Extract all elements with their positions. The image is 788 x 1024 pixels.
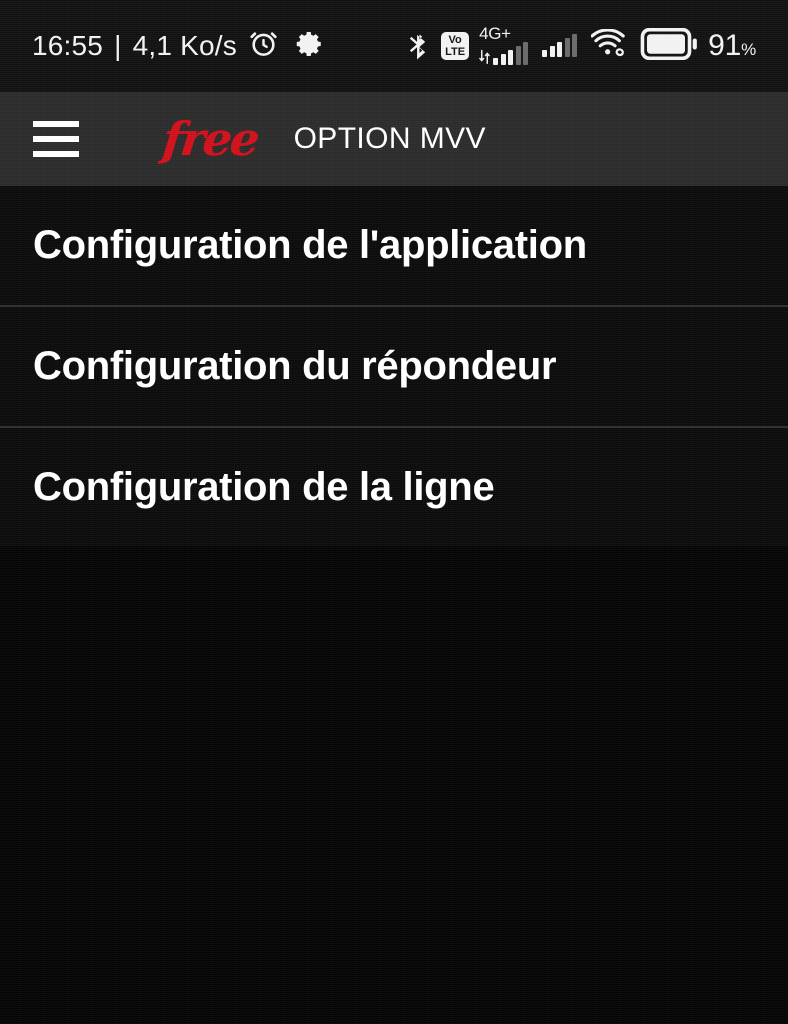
- battery-level-value: 91: [708, 29, 742, 62]
- phone-screen: 16:55 | 4,1 Ko/s Vo LTE 4G+ 91% free OPT…: [0, 0, 788, 1024]
- wifi-icon: [590, 27, 627, 64]
- hamburger-menu-icon[interactable]: [33, 121, 79, 157]
- volte-line-2: LTE: [445, 45, 466, 58]
- menu-item-configuration-ligne[interactable]: Configuration de la ligne: [0, 428, 788, 547]
- network-type-label: 4G+: [479, 24, 511, 43]
- data-transfer-arrows-icon: [479, 49, 490, 65]
- alarm-clock-icon: [248, 28, 279, 64]
- status-bar: 16:55 | 4,1 Ko/s Vo LTE 4G+ 91%: [0, 0, 788, 92]
- empty-content-area: [0, 546, 788, 1024]
- volte-line-1: Vo: [448, 33, 462, 46]
- settings-menu-list: Configuration de l'application Configura…: [0, 186, 788, 549]
- network-speed: 4,1 Ko/s: [132, 30, 237, 61]
- battery-icon: [640, 27, 698, 65]
- signal-bars-sim2: [542, 34, 578, 57]
- hamburger-bar-1: [33, 121, 79, 127]
- free-brand-logo: free: [160, 112, 261, 166]
- status-separator: |: [114, 30, 122, 61]
- battery-percent-sign: %: [741, 40, 756, 59]
- signal-bars-sim1: [479, 42, 529, 65]
- list-item-label: Configuration de la ligne: [33, 465, 495, 509]
- menu-item-configuration-repondeur[interactable]: Configuration du répondeur: [0, 307, 788, 426]
- hamburger-bar-2: [33, 136, 79, 142]
- list-item-label: Configuration du répondeur: [33, 344, 557, 388]
- volte-icon: Vo LTE: [441, 32, 470, 60]
- status-bar-left: 16:55 | 4,1 Ko/s: [32, 28, 325, 64]
- bluetooth-icon: [405, 28, 431, 65]
- list-item-label: Configuration de l'application: [33, 223, 587, 267]
- gear-icon: [295, 29, 325, 64]
- page-title: OPTION MVV: [293, 122, 486, 155]
- app-header: free OPTION MVV: [0, 92, 788, 186]
- battery-percentage: 91%: [708, 31, 756, 61]
- status-time: 16:55: [32, 30, 104, 61]
- status-bar-right: Vo LTE 4G+ 91%: [405, 24, 756, 65]
- mobile-signal-sim1: 4G+: [479, 24, 529, 65]
- menu-item-configuration-application[interactable]: Configuration de l'application: [0, 186, 788, 305]
- hamburger-bar-3: [33, 151, 79, 157]
